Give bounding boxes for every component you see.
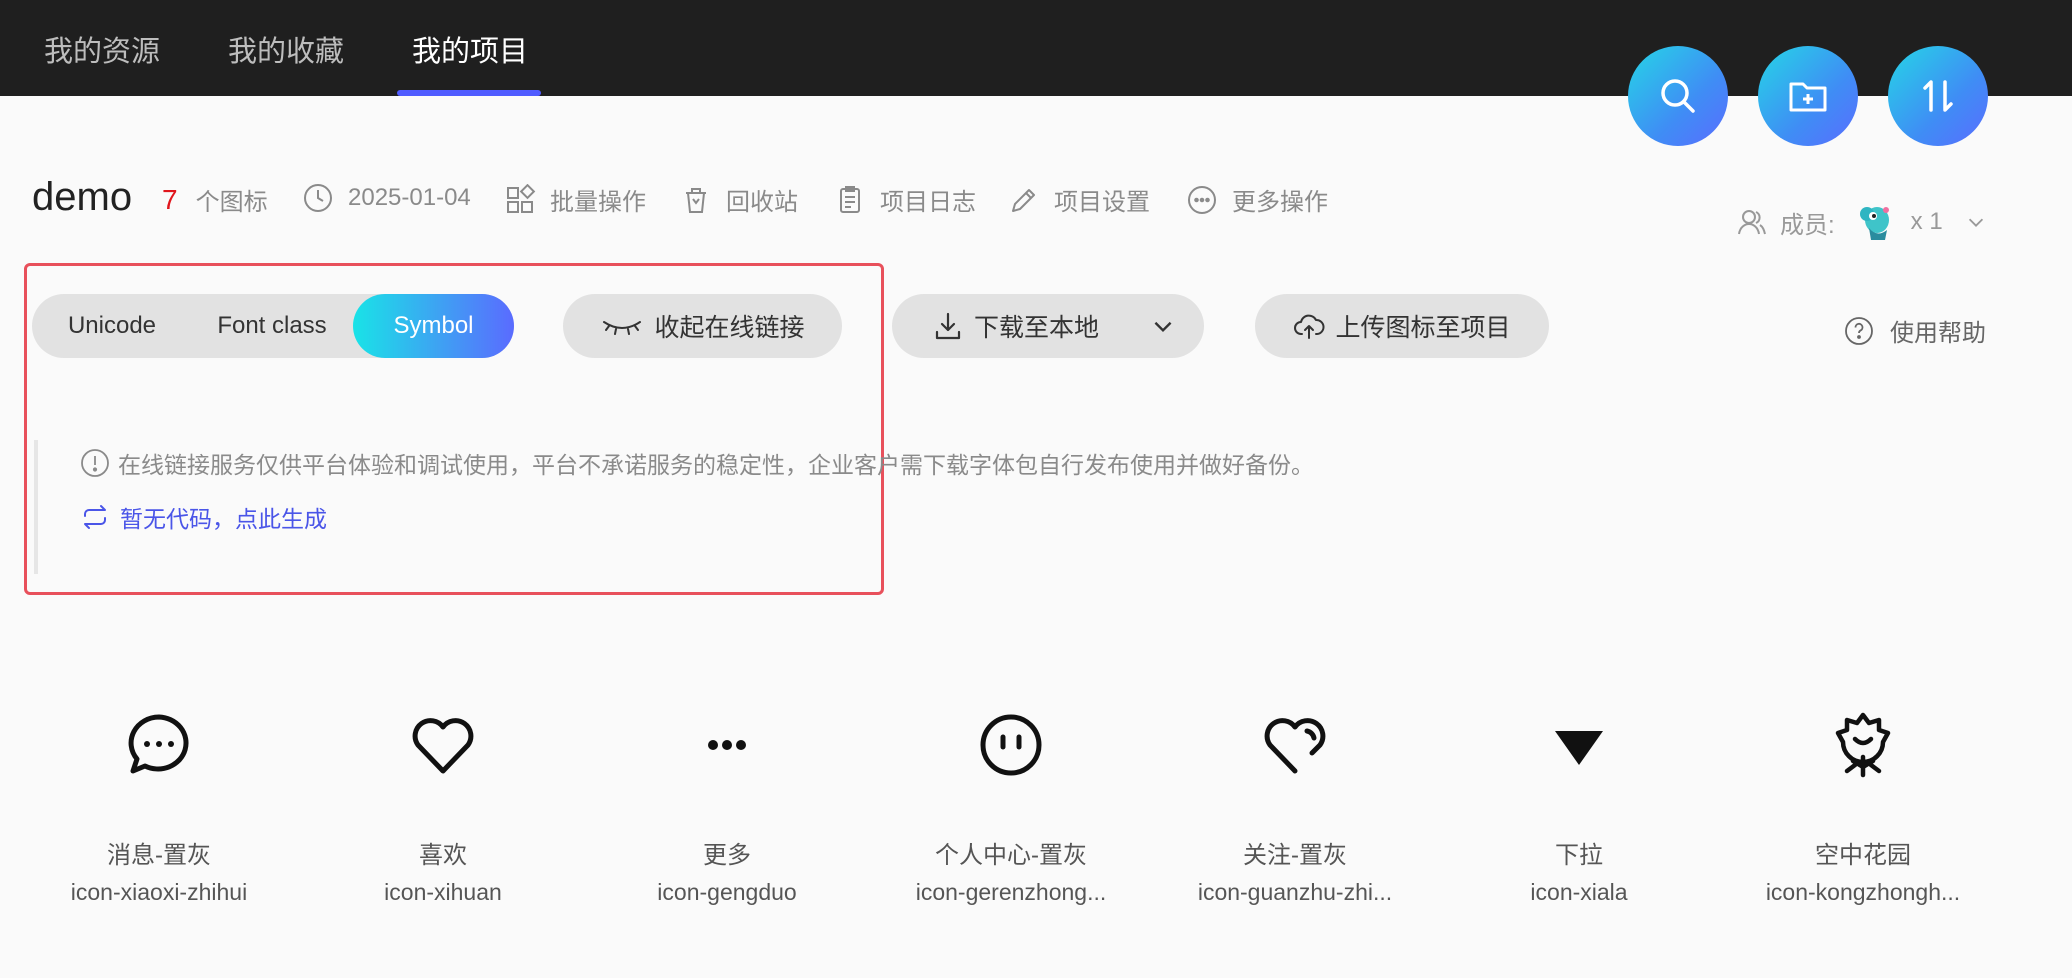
icon-name: 下拉	[1555, 842, 1603, 869]
tab-my-resources[interactable]: 我的资源	[44, 28, 160, 70]
message-icon	[128, 714, 189, 774]
help-link[interactable]: 使用帮助	[1844, 313, 1986, 348]
project-date-text: 2025-01-04	[348, 184, 471, 211]
online-link-notice: 在线链接服务仅供平台体验和调试使用，平台不承诺服务的稳定性，企业客户需下载字体包…	[80, 446, 1314, 480]
icon-card[interactable]: 下拉 icon-xiala	[1437, 705, 1721, 925]
members-dropdown[interactable]: 成员: x 1	[1736, 200, 1987, 244]
batch-operation-button[interactable]: 批量操作	[504, 182, 646, 217]
icon-name: 更多	[703, 842, 751, 869]
download-label: 下载至本地	[974, 314, 1100, 342]
generate-code-label: 暂无代码，点此生成	[120, 506, 327, 532]
add-folder-icon	[1789, 82, 1827, 112]
clock-icon	[304, 184, 332, 212]
icon-card[interactable]: 个人中心-置灰 icon-gerenzhong...	[869, 705, 1153, 925]
icon-code: icon-guanzhu-zhi...	[1197, 879, 1393, 905]
dropdown-triangle-icon	[1555, 731, 1603, 765]
icon-name: 消息-置灰	[107, 842, 211, 869]
flower-icon	[1835, 712, 1891, 778]
batch-icon	[507, 183, 536, 213]
generate-code-link[interactable]: 暂无代码，点此生成	[80, 500, 327, 534]
project-log-button[interactable]: 项目日志	[834, 182, 976, 217]
search-icon	[1661, 79, 1695, 113]
project-settings-button[interactable]: 项目设置	[1008, 182, 1150, 217]
download-icon	[935, 312, 961, 340]
icon-count-number: 7	[162, 183, 178, 215]
icon-code: icon-kongzhongh...	[1765, 879, 1961, 905]
members-icon	[1738, 210, 1766, 235]
icon-name: 关注-置灰	[1243, 842, 1347, 869]
collapse-link-label: 收起在线链接	[654, 314, 805, 342]
edit-icon	[1012, 188, 1035, 212]
cloud-upload-icon	[1294, 314, 1325, 339]
icon-card[interactable]: 消息-置灰 icon-xiaoxi-zhihui	[17, 705, 301, 925]
icon-card[interactable]: 关注-置灰 icon-guanzhu-zhi...	[1153, 705, 1437, 925]
tab-my-projects[interactable]: 我的项目	[412, 28, 528, 70]
icon-name: 个人中心-置灰	[935, 842, 1087, 869]
icon-count: 7 个图标	[162, 182, 268, 217]
add-folder-button[interactable]	[1758, 46, 1858, 146]
help-icon	[1845, 316, 1873, 345]
active-tab-indicator	[397, 90, 541, 96]
mode-font-class[interactable]: Font class	[192, 294, 352, 358]
project-settings-label: 项目设置	[1054, 189, 1150, 216]
collapse-link-button[interactable]: 收起在线链接	[563, 294, 842, 358]
project-title: demo	[32, 175, 133, 219]
avatar	[1859, 207, 1889, 240]
download-button[interactable]: 下载至本地	[892, 294, 1204, 358]
upload-label: 上传图标至项目	[1335, 314, 1511, 342]
icon-name: 空中花园	[1815, 842, 1911, 869]
icon-code: icon-xiala	[1530, 879, 1628, 905]
batch-operation-label: 批量操作	[550, 189, 646, 216]
project-log-label: 项目日志	[880, 189, 976, 216]
tab-my-favorites[interactable]: 我的收藏	[228, 28, 344, 70]
eye-closed-icon	[603, 321, 642, 335]
icon-card[interactable]: 空中花园 icon-kongzhongh...	[1721, 705, 2005, 925]
icon-card[interactable]: 更多 icon-gengduo	[585, 705, 869, 925]
follow-heart-icon	[1264, 718, 1326, 774]
user-face-icon	[980, 714, 1042, 776]
notice-bar	[34, 440, 38, 574]
heart-icon	[412, 718, 474, 774]
notice-text: 在线链接服务仅供平台体验和调试使用，平台不承诺服务的稳定性，企业客户需下载字体包…	[118, 452, 1314, 478]
icon-code: icon-gengduo	[657, 879, 797, 905]
chevron-down-icon	[1154, 321, 1172, 333]
members-count: x 1	[1910, 208, 1943, 235]
refresh-icon	[84, 505, 106, 529]
recycle-bin-label: 回收站	[726, 189, 798, 216]
icon-code: icon-gerenzhong...	[915, 879, 1107, 905]
members-label: 成员:	[1780, 211, 1835, 239]
upload-button[interactable]: 上传图标至项目	[1255, 294, 1549, 358]
trash-icon	[686, 187, 706, 213]
more-icon	[708, 740, 746, 750]
search-button[interactable]	[1628, 46, 1728, 146]
more-operations-button[interactable]: 更多操作	[1186, 182, 1328, 217]
mode-switch: Unicode Font class Symbol	[32, 294, 514, 358]
icon-card[interactable]: 喜欢 icon-xihuan	[301, 705, 585, 925]
recycle-bin-button[interactable]: 回收站	[680, 182, 798, 217]
info-icon	[81, 449, 109, 477]
chevron-down-icon	[1968, 218, 1983, 227]
help-label: 使用帮助	[1890, 320, 1986, 347]
mode-symbol[interactable]: Symbol	[353, 294, 514, 358]
icon-count-label: 个图标	[195, 189, 268, 216]
icon-code: icon-xihuan	[384, 879, 502, 905]
project-date: 2025-01-04	[302, 182, 471, 214]
mode-unicode[interactable]: Unicode	[42, 294, 182, 358]
icon-name: 喜欢	[419, 842, 467, 869]
clipboard-icon	[840, 185, 860, 213]
sort-button[interactable]	[1888, 46, 1988, 146]
more-operations-label: 更多操作	[1232, 189, 1328, 216]
icon-code: icon-xiaoxi-zhihui	[70, 879, 248, 905]
sort-icon	[1923, 80, 1953, 112]
more-circle-icon	[1188, 185, 1216, 214]
